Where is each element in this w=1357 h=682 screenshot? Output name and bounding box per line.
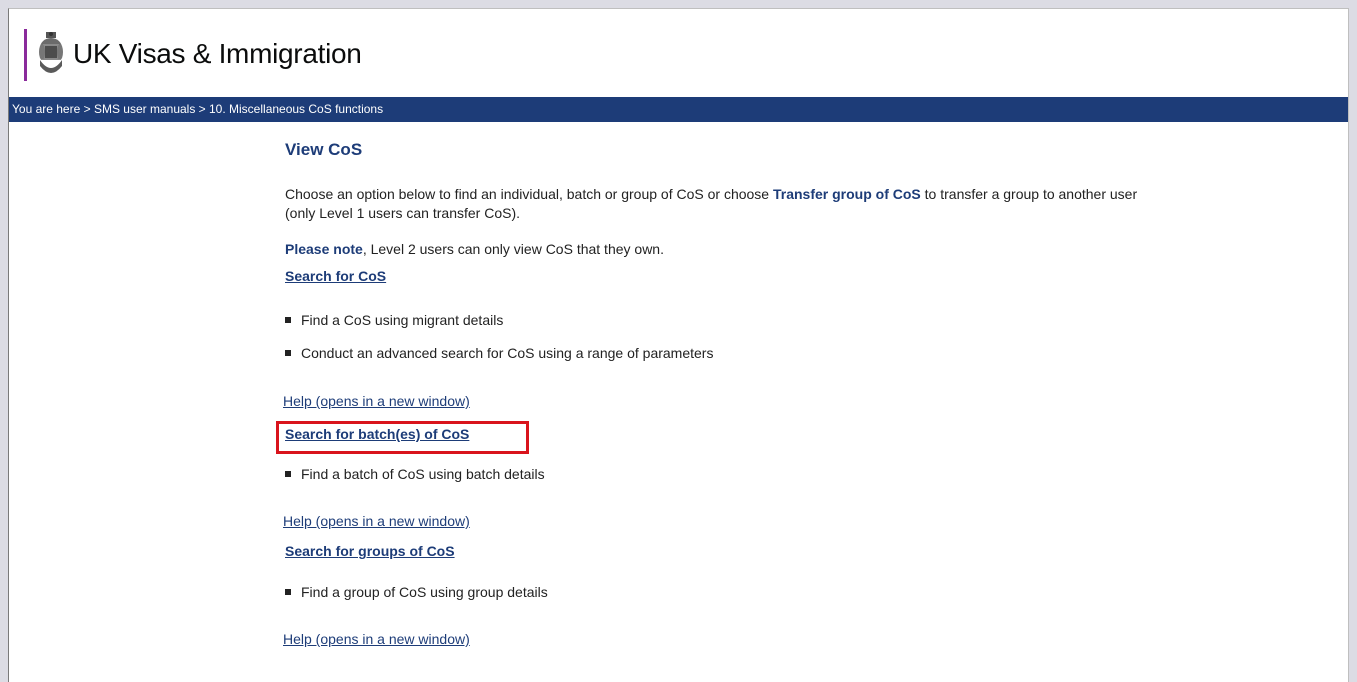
bullet-icon	[285, 589, 291, 596]
list-item: Conduct an advanced search for CoS using…	[285, 345, 713, 361]
list-item: Find a group of CoS using group details	[285, 584, 548, 600]
bullet-icon	[285, 471, 291, 478]
intro-text-start: Choose an option below to find an indivi…	[285, 186, 773, 202]
list-item-text: Find a batch of CoS using batch details	[301, 466, 545, 482]
list-item-text: Find a CoS using migrant details	[301, 312, 504, 328]
site-header: UK Visas & Immigration	[9, 9, 1348, 97]
note-paragraph: Please note, Level 2 users can only view…	[285, 241, 664, 257]
bullet-icon	[285, 317, 291, 324]
bullet-icon	[285, 350, 291, 357]
transfer-group-term: Transfer group of CoS	[772, 186, 921, 202]
search-for-cos-link[interactable]: Search for CoS	[285, 268, 386, 284]
breadcrumb: You are here > SMS user manuals > 10. Mi…	[9, 97, 1348, 122]
list-item: Find a CoS using migrant details	[285, 312, 503, 328]
help-link-search-batches[interactable]: Help (opens in a new window)	[283, 513, 470, 529]
list-item-text: Conduct an advanced search for CoS using…	[301, 345, 714, 361]
browser-frame: UK Visas & Immigration You are here > SM…	[8, 8, 1349, 682]
search-for-groups-link[interactable]: Search for groups of CoS	[285, 543, 455, 559]
breadcrumb-text: You are here > SMS user manuals > 10. Mi…	[12, 102, 384, 116]
note-label: Please note	[285, 241, 363, 257]
search-for-batches-link[interactable]: Search for batch(es) of CoS	[285, 426, 469, 442]
royal-crest-icon	[39, 32, 63, 73]
help-link-search-groups[interactable]: Help (opens in a new window)	[283, 631, 470, 647]
note-text: , Level 2 users can only view CoS that t…	[362, 241, 664, 257]
page-title: View CoS	[285, 140, 363, 159]
brand-accent-bar	[24, 29, 27, 81]
list-item: Find a batch of CoS using batch details	[285, 466, 545, 482]
intro-paragraph: Choose an option below to find an indivi…	[285, 185, 1165, 223]
list-item-text: Find a group of CoS using group details	[301, 584, 548, 600]
brand-title: UK Visas & Immigration	[73, 38, 362, 69]
help-link-search-cos[interactable]: Help (opens in a new window)	[283, 393, 470, 409]
